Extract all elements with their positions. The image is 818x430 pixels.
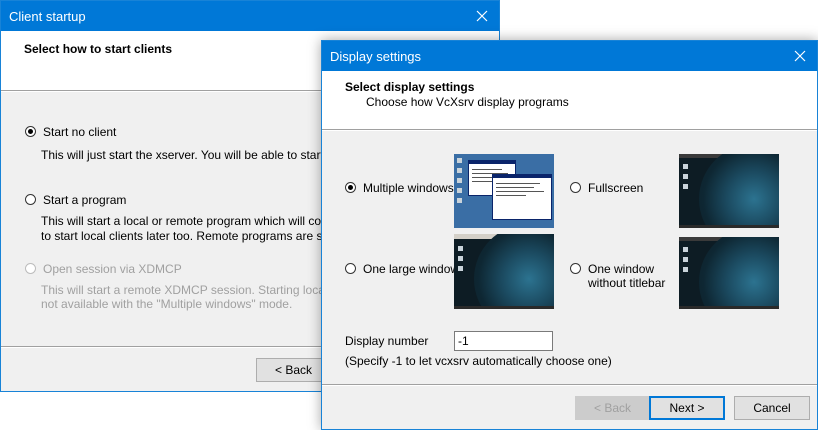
desktop-icon: [457, 178, 462, 183]
client-startup-title: Client startup: [9, 9, 86, 24]
desktop-icon: [683, 164, 688, 169]
radio-one-large-window[interactable]: One large window: [345, 262, 459, 276]
next-button[interactable]: Next >: [649, 396, 725, 420]
radio-indicator: [25, 194, 36, 205]
multiple-windows-preview-image: [454, 154, 554, 228]
desktop-icon: [683, 257, 688, 262]
radio-label-line2: without titlebar: [588, 276, 666, 290]
desktop-icon: [458, 266, 463, 271]
radio-indicator: [25, 126, 36, 137]
footer-divider-highlight: [322, 385, 817, 386]
desktop-icon: [683, 267, 688, 272]
radio-label-line1: One window: [588, 262, 655, 276]
radio-label: Multiple windows: [363, 181, 454, 195]
radio-indicator: [570, 263, 581, 274]
radio-label: Fullscreen: [588, 181, 644, 195]
radio-label: Start a program: [43, 193, 127, 207]
desktop-icon: [457, 188, 462, 193]
desktop-icon: [457, 198, 462, 203]
back-button-client-startup[interactable]: < Back: [256, 358, 331, 382]
radio-start-no-client[interactable]: Start no client: [25, 125, 116, 139]
display-number-input[interactable]: -1: [454, 331, 553, 351]
close-icon[interactable]: [783, 41, 817, 71]
display-settings-title: Display settings: [330, 49, 422, 64]
radio-indicator: [345, 263, 356, 274]
back-button[interactable]: < Back: [575, 396, 650, 420]
desktop-icon: [458, 256, 463, 261]
display-settings-heading: Select display settings: [345, 80, 475, 94]
radio-start-program[interactable]: Start a program: [25, 193, 126, 207]
client-startup-heading: Select how to start clients: [24, 42, 173, 56]
radio-one-window-no-titlebar[interactable]: One window without titlebar: [570, 262, 665, 290]
display-settings-header: Select display settings Choose how VcXsr…: [322, 71, 817, 129]
desktop-icon: [457, 168, 462, 173]
desktop-icon: [458, 246, 463, 251]
display-settings-subheading: Choose how VcXsrv display programs: [366, 95, 569, 109]
desktop-icon: [683, 184, 688, 189]
display-settings-window: Display settings Select display settings…: [321, 40, 818, 430]
desktop-icon: [683, 247, 688, 252]
header-divider-highlight: [322, 130, 817, 131]
radio-indicator: [570, 182, 581, 193]
radio-indicator: [345, 182, 356, 193]
radio-label: One large window: [363, 262, 460, 276]
radio-multiple-windows[interactable]: Multiple windows: [345, 181, 454, 195]
radio-label: One window without titlebar: [588, 262, 665, 290]
radio-xdmcp: Open session via XDMCP: [25, 262, 182, 276]
radio-fullscreen[interactable]: Fullscreen: [570, 181, 643, 195]
fullscreen-preview-image: [679, 154, 779, 228]
client-startup-titlebar[interactable]: Client startup: [1, 1, 499, 31]
desktop-icon: [457, 158, 462, 163]
mini-editor-window: [492, 174, 552, 220]
close-icon[interactable]: [465, 1, 499, 31]
radio-label: Start no client: [43, 125, 117, 139]
radio-label: Open session via XDMCP: [43, 262, 182, 276]
display-number-hint: (Specify -1 to let vcxsrv automatically …: [345, 354, 612, 368]
display-settings-titlebar[interactable]: Display settings: [322, 41, 817, 71]
desktop-icon: [683, 174, 688, 179]
one-window-without-titlebar-preview-image: [679, 237, 779, 309]
radio-indicator: [25, 263, 36, 274]
one-large-window-preview-image: [454, 234, 554, 309]
cancel-button[interactable]: Cancel: [734, 396, 810, 420]
display-number-label: Display number: [345, 334, 429, 348]
